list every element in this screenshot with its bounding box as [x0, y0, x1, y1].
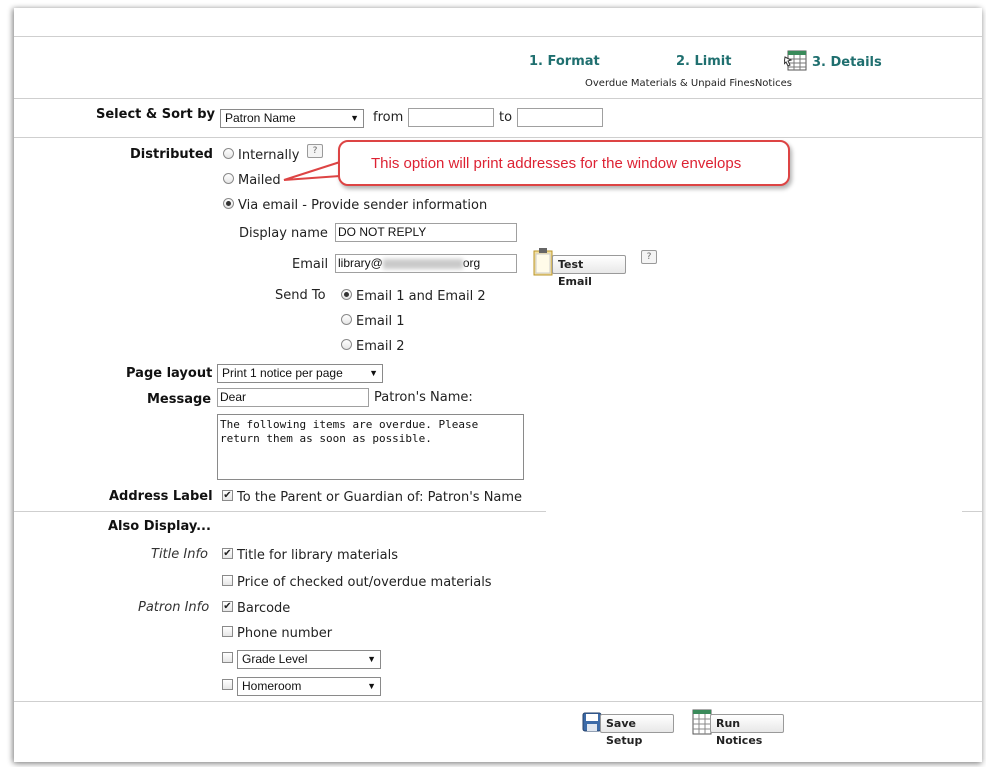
page-layout-select[interactable]: Print 1 notice per page	[217, 364, 383, 383]
homeroom-checkbox[interactable]	[222, 679, 233, 690]
homeroom-select[interactable]: Homeroom	[237, 677, 381, 696]
send-to-email1-label: Email 1	[356, 314, 405, 329]
annotation-callout: This option will print addresses for the…	[338, 140, 790, 186]
report-subtitle: Overdue Materials & Unpaid FinesNotices	[585, 78, 792, 89]
divider-header	[14, 98, 982, 99]
send-to-email2-label: Email 2	[356, 339, 405, 354]
via-email-label: Via email - Provide sender information	[238, 198, 488, 213]
email-value: library@	[338, 256, 383, 270]
step-details[interactable]: 3. Details	[812, 55, 882, 70]
send-to-email2-radio[interactable]	[341, 339, 352, 350]
homeroom-value: Homeroom	[242, 679, 302, 693]
price-label: Price of checked out/overdue materials	[237, 575, 492, 590]
barcode-label: Barcode	[237, 601, 291, 616]
barcode-checkbox[interactable]: ✔	[222, 601, 233, 612]
display-name-input[interactable]: DO NOT REPLY	[335, 223, 517, 242]
send-to-email1-radio[interactable]	[341, 314, 352, 325]
divider-also-display	[14, 511, 546, 512]
sort-field-value: Patron Name	[225, 111, 296, 125]
to-label: to	[499, 110, 513, 125]
divider-footer	[14, 701, 982, 702]
step-format[interactable]: 1. Format	[529, 54, 600, 69]
via-email-radio[interactable]	[223, 198, 234, 209]
clipboard-icon	[533, 248, 553, 280]
distributed-label: Distributed	[130, 147, 213, 162]
grade-level-checkbox[interactable]	[222, 652, 233, 663]
save-disk-icon	[582, 712, 602, 736]
phone-checkbox[interactable]	[222, 626, 233, 637]
email-help-icon[interactable]: ?	[641, 250, 657, 264]
grade-level-select[interactable]: Grade Level	[237, 650, 381, 669]
salutation-input[interactable]: Dear	[217, 388, 369, 407]
mailed-label: Mailed	[238, 173, 281, 188]
display-name-label: Display name	[239, 226, 328, 241]
email-input[interactable]: library@ org	[335, 254, 517, 273]
run-notices-icon	[692, 709, 712, 739]
email-suffix: org	[462, 256, 481, 270]
callout-pointer	[283, 161, 341, 181]
grade-level-value: Grade Level	[242, 652, 308, 666]
page-layout-label: Page layout	[126, 366, 213, 381]
details-icon	[783, 49, 808, 75]
also-display-heading: Also Display...	[108, 519, 211, 534]
divider-sort	[14, 137, 982, 138]
address-label-checkbox[interactable]: ✔	[222, 490, 233, 501]
email-redacted	[382, 258, 463, 269]
step-limit[interactable]: 2. Limit	[676, 54, 731, 69]
address-label-text: To the Parent or Guardian of: Patron's N…	[237, 490, 523, 505]
price-checkbox[interactable]	[222, 575, 233, 586]
from-label: from	[373, 110, 404, 125]
phone-label: Phone number	[237, 626, 333, 641]
patron-info-label: Patron Info	[138, 600, 210, 615]
title-library-checkbox[interactable]: ✔	[222, 548, 233, 559]
internally-help-icon[interactable]: ?	[307, 144, 323, 158]
send-to-label: Send To	[275, 288, 326, 303]
from-input[interactable]	[408, 108, 494, 127]
internally-radio[interactable]	[223, 148, 234, 159]
message-label: Message	[147, 392, 212, 407]
callout-text: This option will print addresses for the…	[371, 155, 742, 172]
divider-also-display-right	[962, 511, 982, 512]
address-label-heading: Address Label	[109, 489, 213, 504]
to-input[interactable]	[517, 108, 603, 127]
title-info-label: Title Info	[151, 547, 208, 562]
send-to-both-label: Email 1 and Email 2	[356, 289, 486, 304]
mailed-radio[interactable]	[223, 173, 234, 184]
save-setup-button[interactable]: Save Setup	[600, 714, 674, 747]
test-email-button[interactable]: Test Email	[552, 255, 626, 288]
message-body-textarea[interactable]: The following items are overdue. Please …	[217, 414, 524, 480]
run-notices-button[interactable]: Run Notices	[710, 714, 784, 747]
send-to-both-radio[interactable]	[341, 289, 352, 300]
page-layout-value: Print 1 notice per page	[222, 366, 343, 380]
divider-top	[14, 36, 982, 37]
patron-name-label: Patron's Name:	[374, 390, 473, 405]
email-label: Email	[292, 257, 329, 272]
title-library-label: Title for library materials	[237, 548, 398, 563]
select-sort-label: Select & Sort by	[96, 107, 215, 122]
sort-field-select[interactable]: Patron Name	[220, 109, 364, 128]
